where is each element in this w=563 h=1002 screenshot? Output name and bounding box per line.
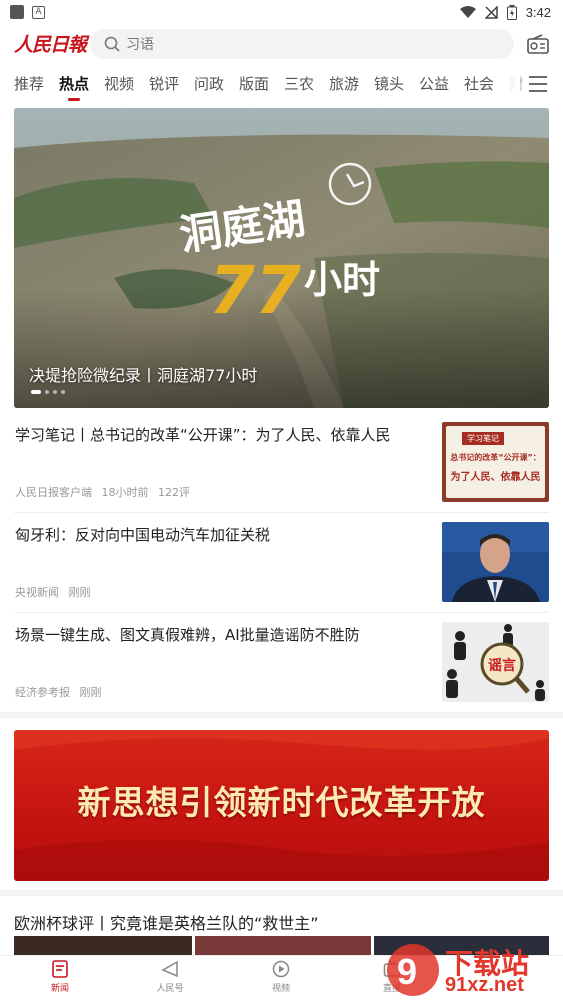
clock: 3:42 [525, 4, 551, 20]
hero-overlay-number: 77 [209, 252, 301, 329]
news-source: 人民日报客户端 [15, 486, 92, 499]
site-watermark: 9 下载站 91xz.net [385, 938, 563, 1002]
nav-label: 新闻 [50, 984, 69, 994]
svg-text:9: 9 [397, 951, 417, 992]
news-thumbnail [442, 522, 549, 602]
notification-a-icon: A [32, 5, 45, 19]
news-item[interactable]: 学习笔记丨总书记的改革“公开课”：为了人民、依靠人民 人民日报客户端 18小时前… [14, 422, 549, 502]
play-icon [272, 960, 290, 978]
article-title[interactable]: 欧洲杯球评丨究竟谁是英格兰队的“救世主” [14, 910, 319, 934]
tab-agriculture[interactable]: 三农 [284, 73, 314, 94]
rumor-illustration: 谣言 [442, 622, 549, 702]
nav-video[interactable]: 视频 [251, 960, 311, 994]
nav-label: 视频 [271, 984, 290, 994]
news-thumbnail: 学习笔记 总书记的改革“公开课”： 为了人民、依靠人民 [442, 422, 549, 502]
news-meta: 经济参考报 刚刚 [15, 684, 108, 700]
watermark-logo-icon: 9 [387, 944, 439, 996]
carousel-indicator [31, 390, 65, 394]
hero-carousel[interactable]: 洞庭湖 77 小时 决堤抢险微纪录丨洞庭湖77小时 [14, 108, 549, 408]
hero-overlay-suffix: 小时 [304, 258, 380, 302]
divider [14, 612, 549, 613]
search-box[interactable]: 习语 [90, 29, 514, 59]
tab-travel[interactable]: 旅游 [329, 73, 359, 94]
section-gap [0, 712, 563, 718]
tab-lens[interactable]: 镜头 [374, 73, 404, 94]
app-logo[interactable]: 人民日報 [14, 30, 87, 57]
speaker-photo [442, 522, 549, 602]
notification-app-icon [10, 5, 24, 19]
news-title: 学习笔记丨总书记的改革“公开课”：为了人民、依靠人民 [15, 426, 391, 444]
thumb-tag: 学习笔记 [462, 432, 504, 445]
news-title: 场景一键生成、图文真假难辨，AI批量造谣防不胜防 [15, 626, 360, 644]
active-tab-indicator [68, 98, 80, 101]
tab-charity[interactable]: 公益 [419, 73, 449, 94]
top-bar: 人民日報 习语 [0, 26, 563, 62]
news-time: 刚刚 [68, 586, 91, 599]
category-tabs: 推荐 热点 视频 锐评 问政 版面 三农 旅游 镜头 公益 社会 财 [0, 66, 563, 104]
nav-label: 人民号 [156, 984, 184, 994]
carousel-dot [45, 390, 49, 394]
thumb-line1: 总书记的改革“公开课”： [450, 453, 541, 462]
news-item[interactable]: 匈牙利：反对向中国电动汽车加征关税 央视新闻 刚刚 [14, 522, 549, 602]
news-source: 央视新闻 [15, 586, 59, 599]
tab-video[interactable]: 视频 [104, 73, 134, 94]
nav-people-account[interactable]: 人民号 [140, 960, 200, 994]
news-thumbnail: 谣言 [442, 622, 549, 702]
news-source: 经济参考报 [15, 686, 70, 699]
news-time: 18小时前 [101, 486, 149, 499]
carousel-dot [31, 390, 41, 394]
section-gap [0, 890, 563, 896]
carousel-dot [53, 390, 57, 394]
divider [14, 512, 549, 513]
news-title: 匈牙利：反对向中国电动汽车加征关税 [15, 526, 271, 544]
promo-banner[interactable]: 新思想引领新时代改革开放 [14, 730, 549, 881]
news-time: 刚刚 [79, 686, 102, 699]
nav-news[interactable]: 新闻 [30, 960, 90, 994]
banner-text: 新思想引领新时代改革开放 [77, 783, 486, 822]
carousel-dot [61, 390, 65, 394]
thumb-line2: 为了人民、依靠人民 [450, 472, 541, 483]
news-meta: 人民日报客户端 18小时前 122评 [15, 484, 196, 500]
tab-inquiry[interactable]: 问政 [194, 73, 224, 94]
wifi-icon [459, 5, 476, 18]
hero-caption: 决堤抢险微纪录丨洞庭湖77小时 [29, 366, 258, 385]
no-signal-icon [484, 5, 498, 19]
tabs-fade [490, 66, 520, 104]
menu-icon[interactable] [528, 75, 548, 93]
tab-commentary[interactable]: 锐评 [149, 73, 179, 94]
tab-layout[interactable]: 版面 [239, 73, 269, 94]
search-icon [104, 36, 120, 52]
radio-icon[interactable] [527, 34, 549, 54]
news-comments: 122评 [158, 486, 190, 499]
news-icon [52, 960, 68, 978]
news-item[interactable]: 场景一键生成、图文真假难辨，AI批量造谣防不胜防 经济参考报 刚刚 谣言 [14, 622, 549, 702]
status-bar: A 3:42 [0, 0, 563, 24]
thumb-rumor-text: 谣言 [488, 657, 516, 674]
watermark-url: 91xz.net [445, 974, 524, 996]
search-placeholder: 习语 [126, 37, 154, 53]
news-meta: 央视新闻 刚刚 [15, 584, 97, 600]
tab-recommend[interactable]: 推荐 [14, 73, 44, 94]
battery-icon [506, 4, 517, 20]
tab-hot[interactable]: 热点 [59, 73, 89, 94]
send-icon [161, 960, 178, 978]
